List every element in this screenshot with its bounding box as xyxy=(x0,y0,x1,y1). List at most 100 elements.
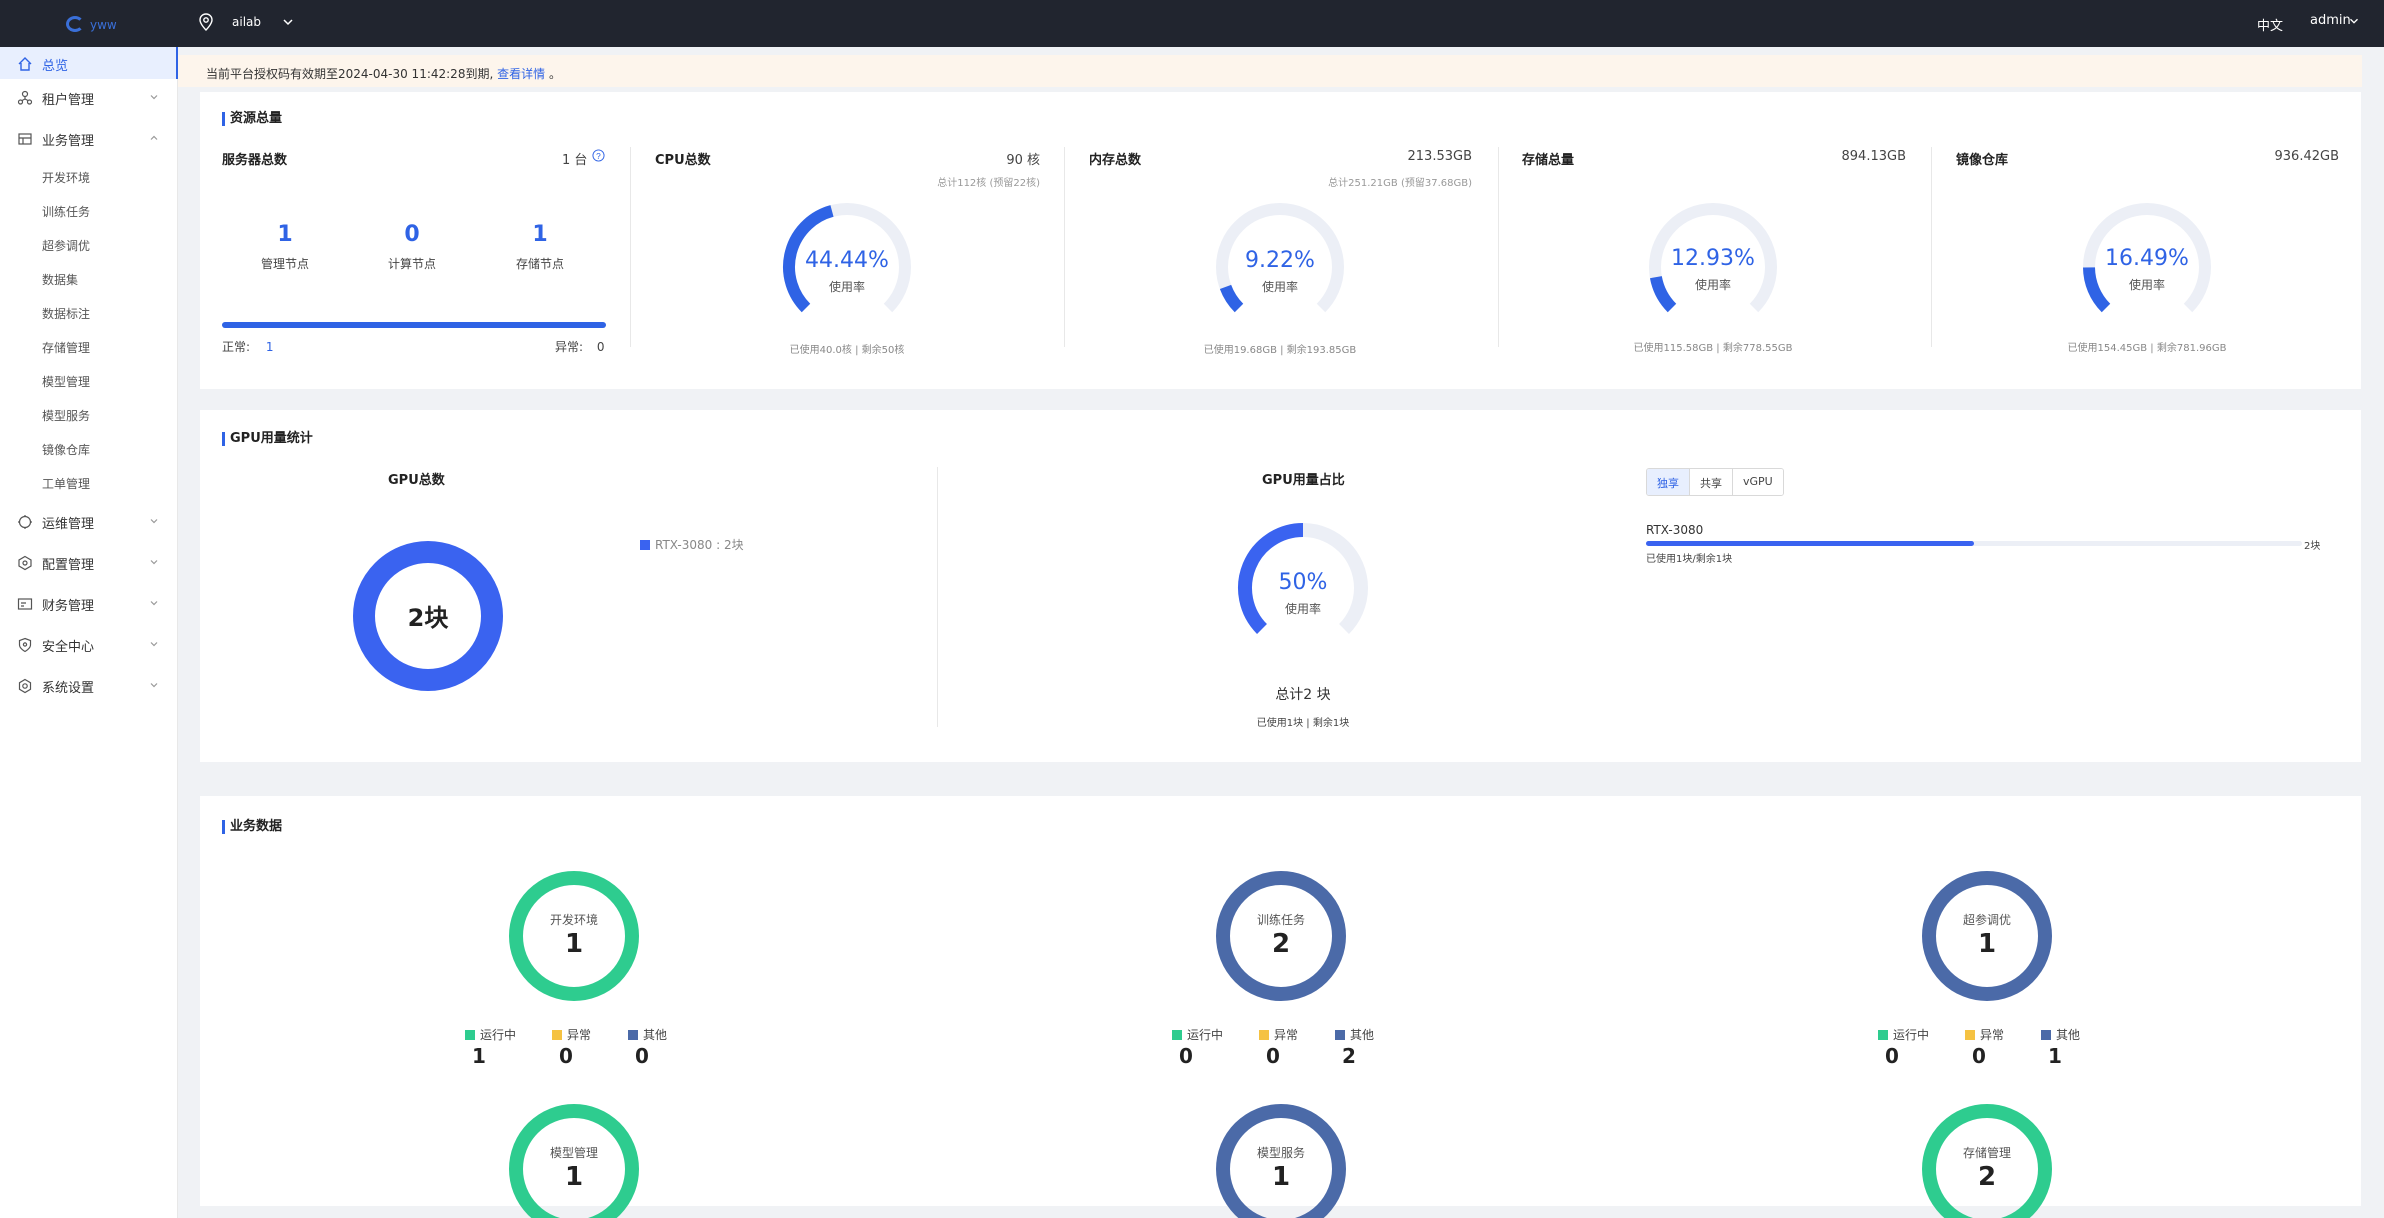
memory-foot: 已使用19.68GB | 剩余193.85GB xyxy=(1203,345,1357,356)
sidebar-sub-item[interactable]: 存储管理 xyxy=(0,331,178,361)
gpu-bar-foot: 已使用1块/剩余1块 xyxy=(1646,554,1733,565)
cpu-foot: 已使用40.0核 | 剩余50核 xyxy=(789,345,905,356)
shield-icon xyxy=(18,637,32,653)
sidebar-sub-label: 存储管理 xyxy=(42,341,91,355)
business-total: 1 xyxy=(1271,1162,1291,1192)
view-details-link[interactable]: 查看详情 xyxy=(497,67,545,81)
sidebar-item-overview[interactable]: 总览 xyxy=(0,47,178,79)
storage-percent: 12.93% xyxy=(1671,246,1755,271)
memory-sub: 总计251.21GB (预留37.68GB) xyxy=(1328,178,1472,189)
business-name: 存储管理 xyxy=(1962,1146,2011,1160)
sidebar-item-label: 业务管理 xyxy=(42,134,95,149)
tab-shared[interactable]: 共享 xyxy=(1690,469,1733,495)
sidebar-sub-item[interactable]: 数据集 xyxy=(0,263,178,293)
notice-text: 当前平台授权码有效期至2024-04-30 11:42:28到期, xyxy=(206,67,494,81)
business-icon xyxy=(18,133,32,145)
legend-swatch xyxy=(1335,1030,1345,1040)
sidebar-sub-item[interactable]: 模型管理 xyxy=(0,365,178,395)
status-count: 0 xyxy=(559,1044,573,1068)
server-total: 1 台 xyxy=(562,153,588,168)
app-logo[interactable]: yww xyxy=(66,14,156,34)
legend-swatch xyxy=(1965,1030,1975,1040)
sidebar-sub-label: 超参调优 xyxy=(42,239,91,253)
legend-swatch xyxy=(465,1030,475,1040)
sidebar-item-label: 系统设置 xyxy=(42,681,95,696)
sidebar-sub-label: 模型管理 xyxy=(42,375,91,389)
cpu-title: CPU总数 xyxy=(655,153,711,168)
legend-other: 其他 xyxy=(1335,1026,1374,1043)
sidebar-sub-item[interactable]: 模型服务 xyxy=(0,399,178,429)
cpu-percent: 44.44% xyxy=(805,248,889,273)
gpu-total-center: 2块 xyxy=(407,604,449,632)
abnormal-label: 异常: xyxy=(555,340,584,354)
normal-label: 正常: xyxy=(222,340,251,354)
usage-label: 使用率 xyxy=(1284,602,1321,616)
sidebar-sub-item[interactable]: 超参调优 xyxy=(0,229,178,259)
registry-title: 镜像仓库 xyxy=(1956,153,2009,168)
sidebar-sub-label: 工单管理 xyxy=(42,477,91,491)
sidebar-item-ops[interactable]: 运维管理 xyxy=(0,505,178,537)
legend-label: 异常 xyxy=(1980,1028,2005,1042)
sidebar-item-settings[interactable]: 系统设置 xyxy=(0,669,178,701)
tab-exclusive[interactable]: 独享 xyxy=(1647,469,1690,495)
sidebar-item-business[interactable]: 业务管理 xyxy=(0,122,178,154)
sidebar-item-security[interactable]: 安全中心 xyxy=(0,628,178,660)
sidebar-item-finance[interactable]: 财务管理 xyxy=(0,587,178,619)
help-icon[interactable]: ? xyxy=(592,149,605,162)
chevron-down-icon xyxy=(150,560,158,565)
chevron-down-icon xyxy=(150,601,158,606)
legend-running: 运行中 xyxy=(465,1026,516,1043)
status-count: 0 xyxy=(1972,1044,1986,1068)
sidebar-item-label: 运维管理 xyxy=(42,517,95,532)
storage-title: 存储总量 xyxy=(1522,153,1575,168)
gpu-ratio-total: 总计2 块 xyxy=(1275,687,1331,703)
sidebar-item-config[interactable]: 配置管理 xyxy=(0,546,178,578)
sidebar-sub-item[interactable]: 镜像仓库 xyxy=(0,433,178,463)
legend-running: 运行中 xyxy=(1878,1026,1929,1043)
status-count: 2 xyxy=(1342,1044,1356,1068)
registry-percent: 16.49% xyxy=(2105,246,2189,271)
gpu-usage-track xyxy=(1646,541,2302,546)
legend-label: 运行中 xyxy=(1893,1028,1930,1042)
section-title: GPU用量统计 xyxy=(222,432,313,446)
status-count: 0 xyxy=(1266,1044,1280,1068)
gear-icon xyxy=(18,678,32,694)
chevron-down-icon[interactable] xyxy=(280,14,296,30)
sidebar-sub-item[interactable]: 数据标注 xyxy=(0,297,178,327)
logo-mark-icon xyxy=(66,16,84,32)
sidebar-sub-item[interactable]: 工单管理 xyxy=(0,467,178,497)
sidebar-item-tenant[interactable]: 租户管理 xyxy=(0,81,178,113)
gpu-ratio-percent: 50% xyxy=(1278,570,1328,595)
tab-vgpu[interactable]: vGPU xyxy=(1733,469,1783,495)
legend-swatch xyxy=(1259,1030,1269,1040)
legend-other: 其他 xyxy=(628,1026,667,1043)
user-menu[interactable]: admin xyxy=(2310,13,2351,28)
resource-card: 资源总量 服务器总数 1 台 ? 1 管理节点 0 计算节点 1 存储节点 正常… xyxy=(200,92,2361,389)
business-total: 1 xyxy=(1977,929,1997,959)
legend-swatch xyxy=(2041,1030,2051,1040)
notice-suffix: 。 xyxy=(548,67,561,81)
usage-label: 使用率 xyxy=(2128,278,2165,292)
sidebar-sub-item[interactable]: 开发环境 xyxy=(0,161,178,191)
legend-abnormal: 异常 xyxy=(552,1026,591,1043)
memory-title: 内存总数 xyxy=(1089,153,1142,168)
chevron-down-icon[interactable] xyxy=(2347,14,2361,28)
language-switch[interactable]: 中文 xyxy=(2257,15,2283,34)
sidebar-item-label: 总览 xyxy=(42,59,69,74)
business-name: 训练任务 xyxy=(1256,913,1305,927)
business-total: 1 xyxy=(564,929,584,959)
legend-abnormal: 异常 xyxy=(1965,1026,2004,1043)
sidebar-sub-label: 训练任务 xyxy=(42,205,91,219)
gpu-bar-name: RTX-3080 xyxy=(1646,523,1704,537)
location-pin-icon[interactable] xyxy=(196,12,216,32)
gpu-usage-bar xyxy=(1646,541,1974,546)
gpu-ratio-title: GPU用量占比 xyxy=(1262,473,1345,488)
node-value: 0 xyxy=(404,222,420,247)
chevron-down-icon xyxy=(150,95,158,100)
legend-label: 其他 xyxy=(2056,1028,2081,1042)
sidebar-sub-item[interactable]: 训练任务 xyxy=(0,195,178,225)
business-name: 超参调优 xyxy=(1962,913,2011,927)
business-card: 业务数据 开发环境 1 运行中 1 异常 0 其他 0 训练任务 2 运行中 0 异常 0 其他 2 超参调优 1… xyxy=(200,796,2361,1218)
business-total: 2 xyxy=(1271,929,1291,959)
location-select[interactable]: ailab xyxy=(232,15,261,29)
